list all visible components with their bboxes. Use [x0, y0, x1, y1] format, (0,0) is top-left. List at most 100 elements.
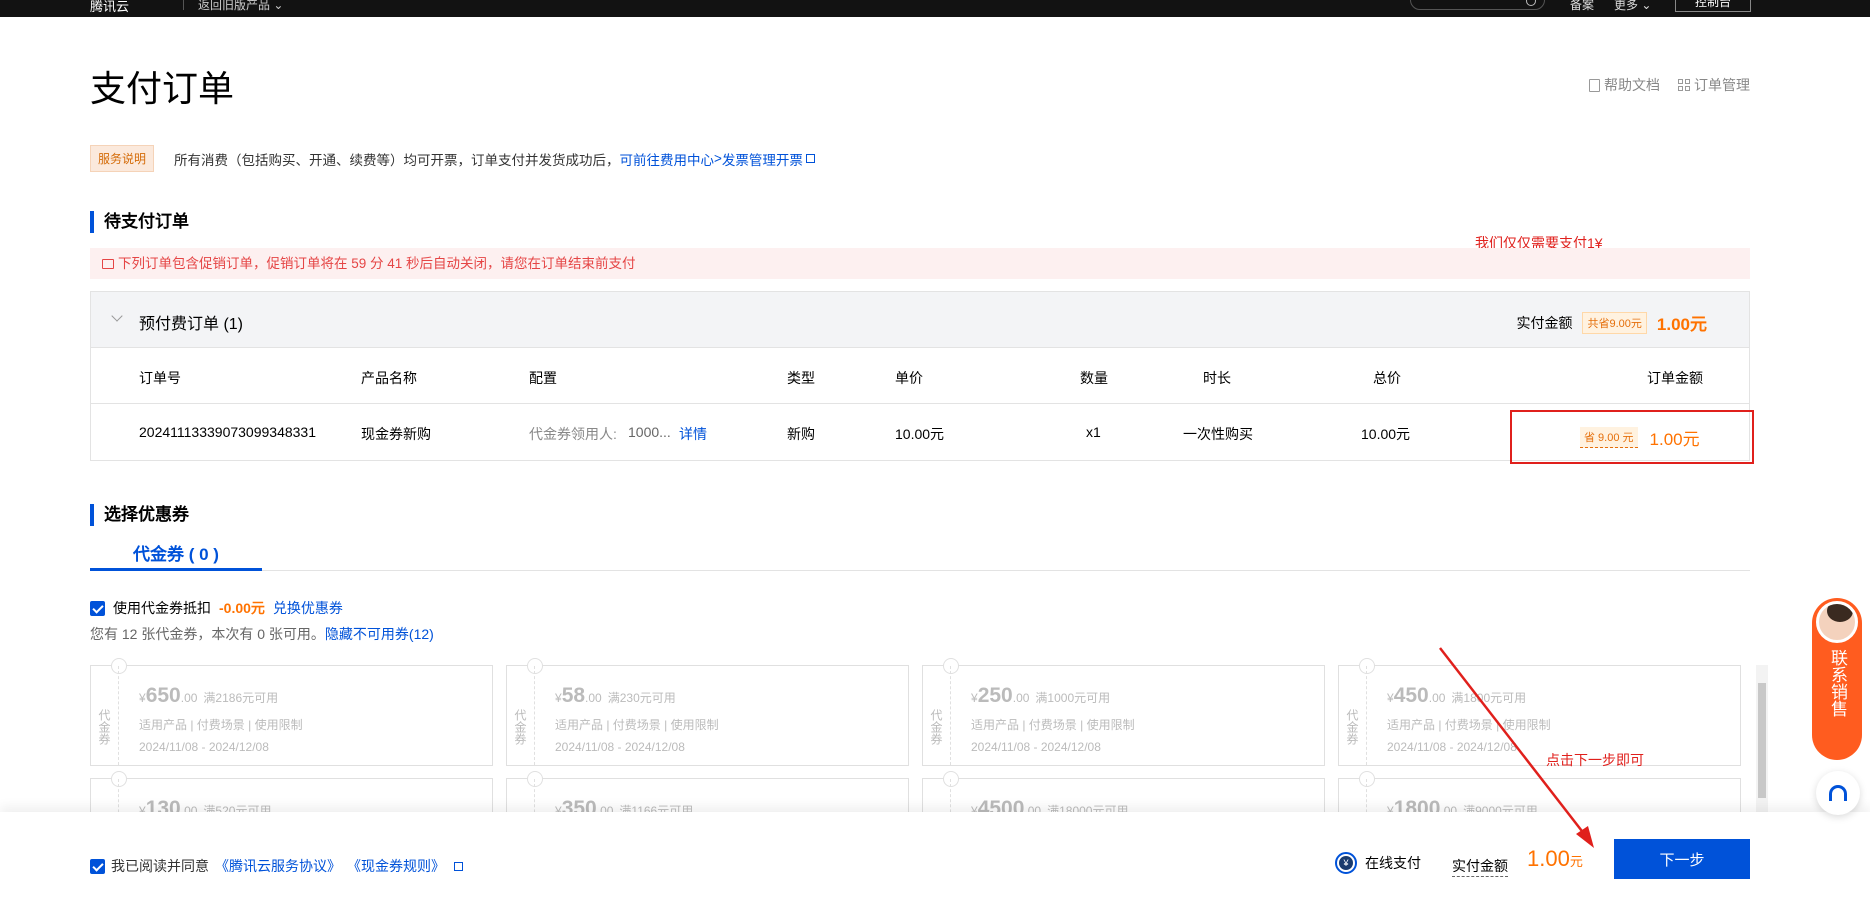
order-group-title: 预付费订单 (1): [139, 316, 244, 333]
tab-voucher[interactable]: 代金券 ( 0 ): [90, 540, 262, 571]
coupon-meta: 适用产品 | 付费场景 | 使用限制: [139, 718, 303, 732]
use-voucher-label: 使用代金券抵扣: [113, 600, 211, 616]
coupon-amount-line: ¥450.00 满1800元可用: [1387, 684, 1527, 707]
save-total-badge: 共省9.00元: [1582, 311, 1647, 334]
coupon-amount-line: ¥250.00 满1000元可用: [971, 684, 1111, 707]
coupon-side-label: 代金券: [1339, 666, 1367, 765]
row-order-amount: 省 9.00 元 1.00元: [1580, 425, 1700, 450]
agree-checkbox[interactable]: [90, 858, 105, 874]
order-mgmt-label: 订单管理: [1694, 77, 1750, 93]
coupon-card[interactable]: 代金券 ¥650.00 满2186元可用 适用产品 | 付费场景 | 使用限制 2024…: [90, 658, 493, 766]
coupon-condition: 满2186元可用: [203, 691, 279, 705]
voucher-count-text: 您有 12 张代金券，本次有 0 张可用。: [90, 626, 325, 642]
order-group-header[interactable]: 预付费订单 (1) 实付金额 共省9.00元 1.00元: [91, 292, 1749, 348]
col-config: 配置: [529, 370, 557, 386]
service-tag: 服务说明: [90, 145, 155, 172]
coupon-meta: 适用产品 | 付费场景 | 使用限制: [555, 718, 719, 732]
coupon-condition: 满1800元可用: [1451, 691, 1527, 705]
chevron-down-icon[interactable]: [111, 310, 123, 322]
search-input[interactable]: [1410, 0, 1545, 10]
coupon-grid: 代金券 ¥650 .00 满2186元可用适用产品 | 付费场景 | 使用限制 2024…: [90, 658, 1741, 879]
coupon-tabs: 代金券 ( 0 ): [90, 540, 1750, 571]
unit-price: 10.00元: [895, 426, 945, 442]
duration: 一次性购买: [1183, 426, 1253, 442]
pending-section-title: 待支付订单: [90, 211, 189, 233]
total-price: 10.00元: [1361, 426, 1411, 442]
help-doc-label: 帮助文档: [1604, 77, 1660, 93]
coupon-date: 2024/11/08 - 2024/12/08: [139, 740, 269, 754]
use-voucher-checkbox[interactable]: [90, 600, 105, 616]
order-table: 预付费订单 (1) 实付金额 共省9.00元 1.00元 订单号 产品名称 配置…: [90, 291, 1750, 461]
coupon-amount: 58: [561, 684, 586, 707]
group-actual-amount: 1.00元: [1656, 315, 1707, 334]
service-notice: 服务说明 所有消费（包括购买、开通、续费等）均可开票，订单支付并发货成功后， 可…: [90, 145, 815, 172]
coupon-amount: 650: [145, 684, 181, 707]
row-save-badge: 省 9.00 元: [1580, 427, 1638, 448]
coupon-date: 2024/11/08 - 2024/12/08: [1387, 740, 1517, 754]
pay-method[interactable]: ¥ 在线支付: [1335, 852, 1421, 874]
row-amount: 1.00元: [1649, 430, 1700, 449]
fee-center-prefix: 可前往: [619, 152, 661, 168]
yuan-icon: ¥: [1335, 852, 1357, 874]
coupon-meta: 适用产品 | 付费场景 | 使用限制: [971, 718, 1135, 732]
coupon-scrollbar[interactable]: [1756, 665, 1768, 815]
col-type: 类型: [787, 370, 815, 386]
coupon-card[interactable]: 代金券 ¥58.00 满230元可用 适用产品 | 付费场景 | 使用限制 2024/1…: [506, 658, 909, 766]
next-step-button[interactable]: 下一步: [1614, 839, 1750, 879]
coupon-card[interactable]: 代金券 ¥250.00 满1000元可用适用产品 | 付费场景 | 使用限制 2024…: [922, 658, 1325, 766]
voucher-deduction: -0.00元: [219, 600, 265, 616]
order-no: 20241113339073099348331: [139, 424, 317, 440]
open-invoice-link[interactable]: 开票: [776, 149, 803, 169]
order-mgmt-link[interactable]: 订单管理: [1678, 75, 1750, 95]
coupon-side-label: 代金券: [507, 666, 535, 765]
search-icon: [1526, 0, 1536, 6]
tencent-cloud-logo[interactable]: 腾讯云: [90, 0, 129, 15]
col-order-amount: 订单金额: [1647, 370, 1703, 386]
service-text: 所有消费（包括购买、开通、续费等）均可开票，订单支付并发货成功后，: [174, 152, 620, 168]
coupon-amount-line: ¥58.00 满230元可用: [555, 684, 676, 707]
more-link[interactable]: 更多 ⌄: [1614, 0, 1651, 13]
config-label: 代金券领用人:: [529, 426, 617, 442]
beian-link[interactable]: 备案: [1570, 0, 1594, 13]
fee-center-link[interactable]: 费用中心: [660, 149, 714, 169]
coupon-side-label: 代金券: [91, 666, 119, 765]
col-qty: 数量: [1080, 370, 1108, 386]
voucher-rules-link[interactable]: 《现金券规则》: [347, 856, 445, 876]
voucher-count: 您有 12 张代金券，本次有 0 张可用。隐藏不可用券(12): [90, 624, 434, 644]
legacy-menu-link[interactable]: 返回旧版产品 ⌄: [198, 0, 283, 13]
top-navbar: 腾讯云 返回旧版产品 ⌄ 备案 更多 ⌄ 控制台: [0, 0, 1870, 17]
quantity: x1: [1086, 424, 1101, 440]
page-title: 支付订单: [90, 68, 235, 109]
detail-link[interactable]: 详情: [679, 424, 707, 444]
coupon-amount: 450: [1393, 684, 1429, 707]
service-agreement-link[interactable]: 《腾讯云服务协议》: [215, 856, 341, 876]
external-link-icon: [454, 861, 463, 871]
col-unit-price: 单价: [895, 370, 923, 386]
divider: [183, 0, 184, 10]
coupon-cents: .00: [585, 691, 602, 705]
hide-unavailable-link[interactable]: 隐藏不可用券(12): [325, 626, 434, 642]
col-total: 总价: [1373, 370, 1401, 386]
invoice-mgmt-link[interactable]: 发票管理: [722, 149, 776, 169]
actual-amount-label: 实付金额: [1452, 856, 1508, 877]
console-button[interactable]: 控制台: [1675, 0, 1751, 12]
col-order-no: 订单号: [139, 370, 181, 386]
use-voucher-row: 使用代金券抵扣 -0.00元 兑换优惠券: [90, 598, 343, 618]
help-doc-link[interactable]: 帮助文档: [1589, 75, 1660, 95]
coupon-card[interactable]: 代金券 ¥450.00 满1800元可用 适用产品 | 付费场景 | 使用限制 2024…: [1338, 658, 1741, 766]
order-type: 新购: [787, 426, 815, 442]
headset-icon[interactable]: [1816, 771, 1860, 815]
table-header: 订单号 产品名称 配置 类型 单价 数量 时长 总价 订单金额: [91, 348, 1749, 404]
col-duration: 时长: [1203, 370, 1231, 386]
coupon-cents: .00: [1428, 691, 1446, 705]
total-value: 1.00: [1527, 846, 1570, 871]
col-product: 产品名称: [361, 370, 417, 386]
coupon-date: 2024/11/08 - 2024/12/08: [971, 740, 1101, 754]
contact-sales-widget[interactable]: 联系销售: [1812, 598, 1862, 760]
group-payment: 实付金额 共省9.00元 1.00元: [1516, 310, 1707, 335]
exchange-coupon-link[interactable]: 兑换优惠券: [273, 598, 343, 618]
breadcrumb-sep: >: [714, 151, 722, 166]
coupon-side-label: 代金券: [923, 666, 951, 765]
scrollbar-thumb[interactable]: [1758, 683, 1766, 798]
total-unit: 元: [1569, 854, 1583, 869]
